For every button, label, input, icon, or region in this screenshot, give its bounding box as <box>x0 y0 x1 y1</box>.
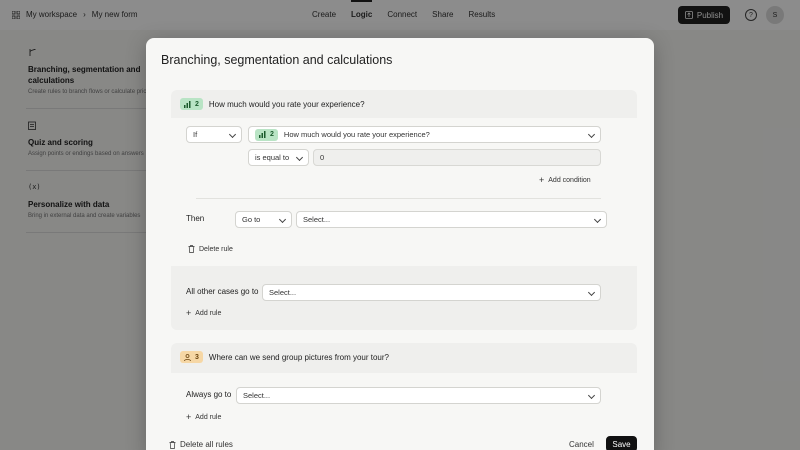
question-number: 2 <box>270 131 274 138</box>
chevron-down-icon <box>278 215 287 224</box>
question-logic-card: 3 Where can we send group pictures from … <box>171 343 637 430</box>
add-rule-label: Add rule <box>195 413 222 421</box>
chevron-down-icon <box>295 153 304 162</box>
question-logic-card: 2 How much would you rate your experienc… <box>171 90 637 330</box>
operator-label: is equal to <box>255 153 290 162</box>
modal-title: Branching, segmentation and calculations <box>161 53 393 67</box>
always-go-to-select[interactable]: Select... <box>236 387 601 404</box>
other-cases-select[interactable]: Select... <box>262 284 601 301</box>
logic-modal: Branching, segmentation and calculations… <box>146 38 654 450</box>
then-target-select[interactable]: Select... <box>296 211 607 228</box>
trash-icon <box>188 245 195 253</box>
logic-rule: Always go to Select... + Add rule <box>171 373 637 430</box>
other-cases-placeholder: Select... <box>269 288 297 297</box>
chevron-down-icon <box>587 391 596 400</box>
condition-question-select[interactable]: 2 How much would you rate your experienc… <box>248 126 601 143</box>
comparison-operator-select[interactable]: is equal to <box>248 149 309 166</box>
save-button[interactable]: Save <box>606 436 637 450</box>
add-rule-label: Add rule <box>195 309 222 317</box>
condition-question-text: How much would you rate your experience? <box>283 130 430 139</box>
other-cases-label: All other cases go to <box>186 287 259 296</box>
delete-rule-label: Delete rule <box>199 245 233 253</box>
question-header: 2 How much would you rate your experienc… <box>171 90 637 118</box>
add-rule-button[interactable]: + Add rule <box>186 308 221 318</box>
cancel-button[interactable]: Cancel <box>569 440 594 449</box>
question-text: Where can we send group pictures from yo… <box>208 352 389 362</box>
question-number: 3 <box>195 353 199 361</box>
then-label: Then <box>186 214 205 223</box>
chevron-down-icon <box>587 130 596 139</box>
plus-icon: + <box>186 412 192 422</box>
delete-all-rules-button[interactable]: Delete all rules <box>169 440 233 449</box>
action-label: Go to <box>242 215 261 224</box>
question-badge: 2 <box>255 128 278 141</box>
rating-bars-icon <box>184 100 191 108</box>
question-text: How much would you rate your experience? <box>208 99 365 109</box>
plus-icon: + <box>186 308 192 318</box>
rating-bars-icon <box>259 131 266 138</box>
then-action-select[interactable]: Go to <box>235 211 292 228</box>
delete-rule-button[interactable]: Delete rule <box>188 245 233 253</box>
chevron-down-icon <box>593 215 602 224</box>
trash-icon <box>169 440 176 449</box>
delete-all-label: Delete all rules <box>180 440 233 449</box>
always-placeholder: Select... <box>243 391 271 400</box>
target-placeholder: Select... <box>303 215 331 224</box>
modal-footer: Delete all rules Cancel Save <box>146 430 654 450</box>
chevron-down-icon <box>228 130 237 139</box>
question-badge: 2 <box>180 98 203 110</box>
condition-value: 0 <box>320 153 325 162</box>
plus-icon: + <box>539 175 545 185</box>
add-condition-button[interactable]: + Add condition <box>539 175 591 185</box>
question-number: 2 <box>195 100 199 108</box>
logic-rule: If 2 How much would you rate your experi… <box>171 118 637 266</box>
if-label: If <box>193 130 198 139</box>
contact-card-icon <box>184 353 191 361</box>
add-condition-label: Add condition <box>548 176 591 184</box>
condition-value-input[interactable]: 0 <box>313 149 601 166</box>
question-badge: 3 <box>180 351 203 363</box>
rule-divider <box>196 198 601 199</box>
always-go-to-label: Always go to <box>186 390 232 399</box>
modal-scroll-area[interactable]: 2 How much would you rate your experienc… <box>171 90 637 430</box>
add-rule-button[interactable]: + Add rule <box>186 412 221 422</box>
question-header: 3 Where can we send group pictures from … <box>171 343 637 371</box>
if-operator-select[interactable]: If <box>186 126 242 143</box>
chevron-down-icon <box>587 288 596 297</box>
